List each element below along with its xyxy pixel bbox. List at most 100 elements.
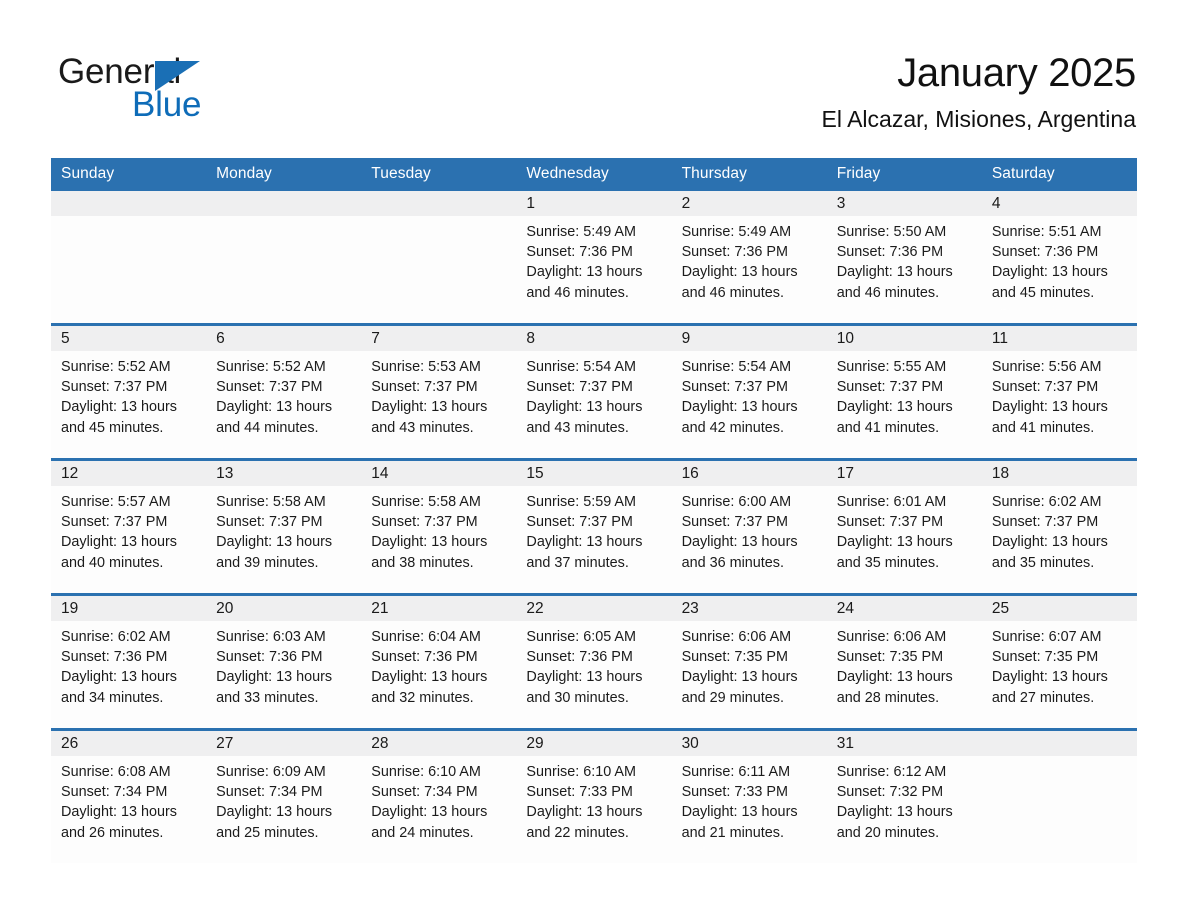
day-cell-inner: 6 Sunrise: 5:52 AM Sunset: 7:37 PM Daylight… <box>206 326 362 458</box>
calendar-day-cell[interactable]: 7 Sunrise: 5:53 AM Sunset: 7:37 PM Daylight… <box>361 323 517 460</box>
day-number: 4 <box>981 191 1137 216</box>
calendar-day-cell[interactable]: 25 Sunrise: 6:07 AM Sunset: 7:35 PM Dayligh… <box>981 593 1137 730</box>
day-cell-inner: 18 Sunrise: 6:02 AM Sunset: 7:37 PM Dayligh… <box>981 461 1137 593</box>
daylight-text-line2: and 25 minutes. <box>216 824 319 841</box>
daylight-text-line1: Daylight: 13 hours <box>61 399 177 416</box>
calendar-week-row: 1 Sunrise: 5:49 AM Sunset: 7:36 PM Daylight… <box>51 191 1137 325</box>
day-details: Sunrise: 6:05 AM Sunset: 7:36 PM Daylight:… <box>516 621 671 708</box>
calendar-day-cell[interactable]: 17 Sunrise: 6:01 AM Sunset: 7:37 PM Dayligh… <box>826 458 982 595</box>
sunrise-text: Sunrise: 5:57 AM <box>61 494 171 510</box>
calendar-page: General Blue January 2025 El Alcazar, Mi… <box>0 0 1188 918</box>
day-cell-inner: 25 Sunrise: 6:07 AM Sunset: 7:35 PM Dayligh… <box>981 596 1137 728</box>
day-cell-inner: 5 Sunrise: 5:52 AM Sunset: 7:37 PM Daylight… <box>51 326 207 458</box>
daylight-text-line1: Daylight: 13 hours <box>526 399 643 416</box>
daylight-text-line1: Daylight: 13 hours <box>681 669 798 686</box>
sunrise-text: Sunrise: 6:03 AM <box>216 629 326 645</box>
sunrise-text: Sunrise: 6:10 AM <box>526 764 637 780</box>
sunset-text: Sunset: 7:37 PM <box>61 379 168 396</box>
daylight-text-line2: and 41 minutes. <box>836 419 940 436</box>
day-cell-inner: 11 Sunrise: 5:56 AM Sunset: 7:37 PM Dayligh… <box>981 326 1137 458</box>
calendar-week-row: 26 Sunrise: 6:08 AM Sunset: 7:34 PM Dayligh… <box>51 728 1137 863</box>
title-block: January 2025 El Alcazar, Misiones, Argen… <box>822 48 1137 133</box>
day-cell-inner: 7 Sunrise: 5:53 AM Sunset: 7:37 PM Daylight… <box>361 326 517 458</box>
day-cell-inner: 28 Sunrise: 6:10 AM Sunset: 7:34 PM Dayligh… <box>361 731 517 863</box>
calendar-day-cell[interactable]: 9 Sunrise: 5:54 AM Sunset: 7:37 PM Daylight… <box>671 323 827 460</box>
calendar-day-cell[interactable]: 3 Sunrise: 5:50 AM Sunset: 7:36 PM Daylight… <box>826 191 982 325</box>
day-details: Sunrise: 6:10 AM Sunset: 7:34 PM Daylight:… <box>361 756 516 843</box>
calendar-day-cell[interactable]: 23 Sunrise: 6:06 AM Sunset: 7:35 PM Dayligh… <box>671 593 827 730</box>
calendar-day-cell[interactable]: 5 Sunrise: 5:52 AM Sunset: 7:37 PM Daylight… <box>51 323 207 460</box>
calendar-day-cell[interactable]: 4 Sunrise: 5:51 AM Sunset: 7:36 PM Daylight… <box>981 191 1137 325</box>
day-cell-inner: 20 Sunrise: 6:03 AM Sunset: 7:36 PM Dayligh… <box>206 596 362 728</box>
calendar-day-cell[interactable]: 12 Sunrise: 5:57 AM Sunset: 7:37 PM Dayligh… <box>51 458 207 595</box>
sunrise-text: Sunrise: 6:01 AM <box>836 494 947 510</box>
calendar-day-cell[interactable]: 15 Sunrise: 5:59 AM Sunset: 7:37 PM Dayligh… <box>516 458 672 595</box>
day-number: 3 <box>826 191 982 216</box>
calendar-day-cell[interactable]: 27 Sunrise: 6:09 AM Sunset: 7:34 PM Dayligh… <box>206 728 362 863</box>
day-number: 25 <box>981 596 1137 621</box>
sunrise-text: Sunrise: 6:02 AM <box>61 629 171 645</box>
daylight-text-line2: and 38 minutes. <box>371 554 474 571</box>
daylight-text-line1: Daylight: 13 hours <box>526 669 643 686</box>
calendar-day-cell[interactable]: 31 Sunrise: 6:12 AM Sunset: 7:32 PM Dayligh… <box>826 728 982 863</box>
calendar-day-cell-empty <box>981 728 1137 863</box>
day-number: 31 <box>826 731 982 756</box>
calendar-day-cell[interactable]: 2 Sunrise: 5:49 AM Sunset: 7:36 PM Daylight… <box>671 191 827 325</box>
calendar-day-cell[interactable]: 13 Sunrise: 5:58 AM Sunset: 7:37 PM Dayligh… <box>206 458 362 595</box>
calendar-day-cell[interactable]: 22 Sunrise: 6:05 AM Sunset: 7:36 PM Dayligh… <box>516 593 672 730</box>
calendar-day-cell[interactable]: 1 Sunrise: 5:49 AM Sunset: 7:36 PM Daylight… <box>516 191 672 325</box>
day-details: Sunrise: 6:06 AM Sunset: 7:35 PM Daylight:… <box>672 621 827 708</box>
day-number: 29 <box>516 731 672 756</box>
day-cell-inner <box>981 731 1137 863</box>
sunset-text: Sunset: 7:33 PM <box>526 784 633 801</box>
sunset-text: Sunset: 7:37 PM <box>371 514 478 531</box>
daylight-text-line1: Daylight: 13 hours <box>681 264 798 281</box>
sunrise-sunset-calendar: Sunday Monday Tuesday Wednesday Thursday… <box>51 158 1137 863</box>
calendar-day-cell[interactable]: 20 Sunrise: 6:03 AM Sunset: 7:36 PM Dayligh… <box>206 593 362 730</box>
daylight-text-line2: and 45 minutes. <box>61 419 164 436</box>
day-details: Sunrise: 5:58 AM Sunset: 7:37 PM Daylight:… <box>206 486 361 573</box>
day-number: 28 <box>361 731 517 756</box>
sunset-text: Sunset: 7:37 PM <box>836 514 944 531</box>
calendar-day-cell[interactable]: 19 Sunrise: 6:02 AM Sunset: 7:36 PM Dayligh… <box>51 593 207 730</box>
day-details: Sunrise: 6:07 AM Sunset: 7:35 PM Daylight:… <box>982 621 1137 708</box>
calendar-day-cell[interactable]: 18 Sunrise: 6:02 AM Sunset: 7:37 PM Dayligh… <box>981 458 1137 595</box>
calendar-day-cell[interactable]: 30 Sunrise: 6:11 AM Sunset: 7:33 PM Dayligh… <box>671 728 827 863</box>
generalblue-logo[interactable]: General Blue <box>58 52 318 128</box>
day-number: 10 <box>826 326 982 351</box>
calendar-day-cell[interactable]: 10 Sunrise: 5:55 AM Sunset: 7:37 PM Dayligh… <box>826 323 982 460</box>
daylight-text-line1: Daylight: 13 hours <box>216 804 333 821</box>
calendar-week-row: 19 Sunrise: 6:02 AM Sunset: 7:36 PM Dayligh… <box>51 593 1137 730</box>
calendar-day-cell[interactable]: 28 Sunrise: 6:10 AM Sunset: 7:34 PM Dayligh… <box>361 728 517 863</box>
calendar-day-cell[interactable]: 11 Sunrise: 5:56 AM Sunset: 7:37 PM Dayligh… <box>981 323 1137 460</box>
sunset-text: Sunset: 7:37 PM <box>526 514 633 531</box>
day-number: 6 <box>206 326 362 351</box>
sunrise-text: Sunrise: 5:53 AM <box>371 359 481 375</box>
day-cell-inner: 30 Sunrise: 6:11 AM Sunset: 7:33 PM Dayligh… <box>671 731 827 863</box>
weekday-header-tuesday: Tuesday <box>361 158 517 191</box>
sunset-text: Sunset: 7:32 PM <box>836 784 944 801</box>
sunrise-text: Sunrise: 5:49 AM <box>681 224 792 240</box>
calendar-day-cell[interactable]: 21 Sunrise: 6:04 AM Sunset: 7:36 PM Dayligh… <box>361 593 517 730</box>
daylight-text-line1: Daylight: 13 hours <box>216 669 333 686</box>
day-number: 5 <box>51 326 207 351</box>
calendar-day-cell[interactable]: 24 Sunrise: 6:06 AM Sunset: 7:35 PM Dayligh… <box>826 593 982 730</box>
calendar-day-cell[interactable]: 14 Sunrise: 5:58 AM Sunset: 7:37 PM Dayligh… <box>361 458 517 595</box>
calendar-day-cell[interactable]: 8 Sunrise: 5:54 AM Sunset: 7:37 PM Daylight… <box>516 323 672 460</box>
daylight-text-line2: and 46 minutes. <box>681 284 784 301</box>
calendar-day-cell[interactable]: 29 Sunrise: 6:10 AM Sunset: 7:33 PM Dayligh… <box>516 728 672 863</box>
day-number: 13 <box>206 461 362 486</box>
calendar-day-cell[interactable]: 26 Sunrise: 6:08 AM Sunset: 7:34 PM Dayligh… <box>51 728 207 863</box>
day-cell-inner: 21 Sunrise: 6:04 AM Sunset: 7:36 PM Dayligh… <box>361 596 517 728</box>
sunrise-text: Sunrise: 6:02 AM <box>991 494 1102 510</box>
day-cell-inner: 17 Sunrise: 6:01 AM Sunset: 7:37 PM Dayligh… <box>826 461 982 593</box>
location-subtitle: El Alcazar, Misiones, Argentina <box>821 106 1137 132</box>
daylight-text-line1: Daylight: 13 hours <box>526 804 643 821</box>
calendar-day-cell[interactable]: 6 Sunrise: 5:52 AM Sunset: 7:37 PM Daylight… <box>206 323 362 460</box>
sunrise-text: Sunrise: 5:54 AM <box>526 359 637 375</box>
daylight-text-line1: Daylight: 13 hours <box>61 534 177 551</box>
calendar-body: 1 Sunrise: 5:49 AM Sunset: 7:36 PM Daylight… <box>51 191 1137 863</box>
daylight-text-line1: Daylight: 13 hours <box>216 399 333 416</box>
calendar-day-cell[interactable]: 16 Sunrise: 6:00 AM Sunset: 7:37 PM Dayligh… <box>671 458 827 595</box>
day-number: 11 <box>981 326 1137 351</box>
